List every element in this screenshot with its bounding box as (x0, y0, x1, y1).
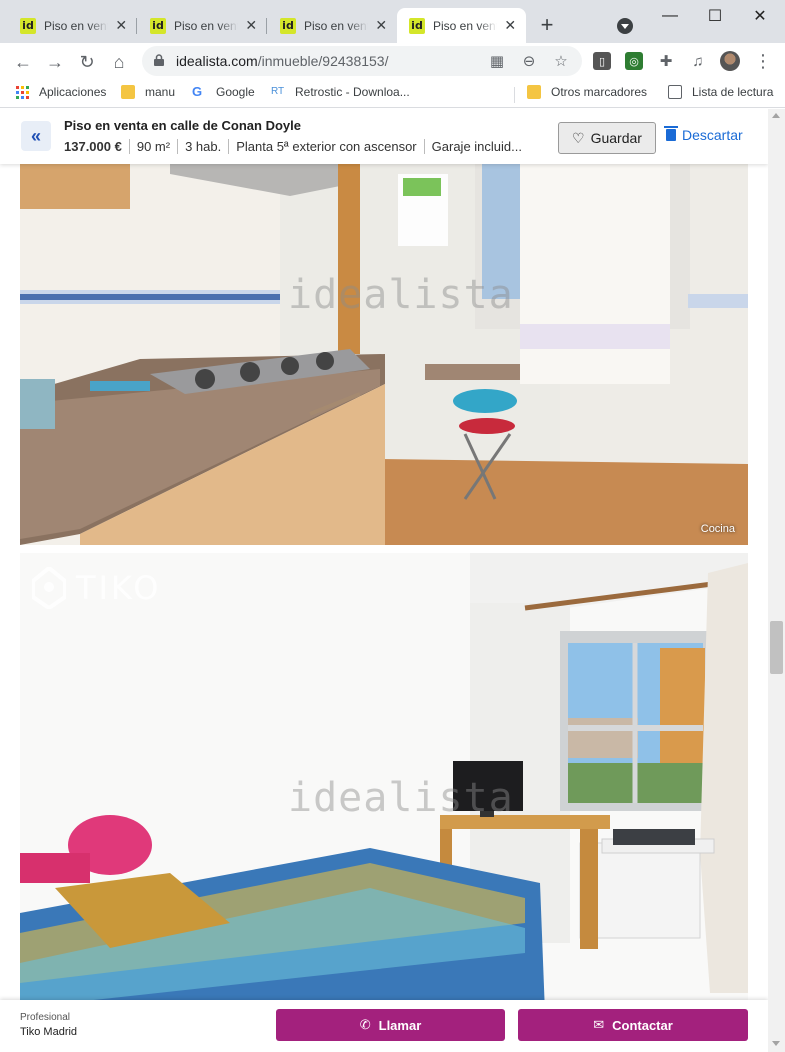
profile-avatar[interactable] (720, 51, 740, 71)
contact-bar: Profesional Tiko Madrid ✆ Llamar ✉ Conta… (0, 1000, 768, 1052)
page-content: idealista Cocina TIKO idealista « Piso e… (0, 109, 768, 1052)
maximize-icon[interactable]: ☐ (700, 4, 730, 28)
phone-icon: ✆ (359, 1017, 371, 1032)
bookmark-apps[interactable]: Aplicaciones (16, 85, 106, 99)
idealista-favicon-icon: id (409, 17, 425, 34)
heart-icon: ♡ (572, 129, 585, 146)
bookmarks-bar: Aplicaciones manu G Google RT Retrostic … (0, 79, 785, 108)
watermark: idealista (288, 272, 514, 318)
advertiser-type: Profesional (20, 1012, 71, 1023)
listing-photo-kitchen[interactable]: idealista Cocina (20, 154, 748, 545)
bookmark-folder-manu[interactable]: manu (121, 85, 175, 99)
tiko-logo: TIKO (32, 567, 161, 609)
retrostic-icon: RT (271, 86, 285, 97)
folder-icon (527, 85, 541, 99)
listing-floor: Planta 5ª exterior con ascensor (228, 139, 423, 154)
new-tab-icon[interactable]: + (536, 14, 558, 36)
scroll-down-icon[interactable] (772, 1041, 780, 1046)
bookmark-star-icon[interactable]: ☆ (552, 52, 570, 70)
browser-tab[interactable]: id Piso en venta en calle de Conan Doyle… (8, 8, 137, 43)
reload-icon[interactable]: ↻ (76, 51, 98, 73)
browser-tab[interactable]: id Piso en venta en calle de Conan Doyle… (268, 8, 397, 43)
extension-icon[interactable]: ▯ (593, 52, 611, 70)
kitchen-photo-image (20, 154, 748, 545)
zoom-icon[interactable]: ⊖ (520, 52, 538, 70)
folder-icon (121, 85, 135, 99)
browser-tab[interactable]: id Piso en venta en calle de Conan Doyle… (138, 8, 267, 43)
listing-price: 137.000 € (64, 139, 122, 154)
listing-facts: 137.000 € 90 m² 3 hab. Planta 5ª exterio… (64, 139, 529, 154)
tab-title: Piso en venta en calle de Conan Doyle (44, 18, 108, 33)
media-control-icon[interactable]: ♫ (689, 52, 707, 70)
advertiser-name: Tiko Madrid (20, 1026, 78, 1038)
reading-list[interactable]: Lista de lectura (668, 85, 773, 99)
home-icon[interactable]: ⌂ (108, 51, 130, 73)
browser-toolbar: ← → ↻ ⌂ idealista.com/inmueble/92438153/… (0, 43, 785, 79)
apps-grid-icon (16, 85, 29, 99)
reading-list-icon (668, 85, 682, 99)
chat-icon: ✉ (593, 1017, 605, 1032)
tab-title: Piso en venta en calle de Conan Doyle (304, 18, 368, 33)
listing-photo-bedroom[interactable]: TIKO idealista (20, 553, 748, 1013)
idealista-favicon-icon: id (280, 17, 296, 34)
scroll-up-icon[interactable] (772, 113, 780, 118)
page-scrollbar[interactable] (768, 109, 785, 1052)
idealista-favicon-icon: id (20, 17, 36, 34)
tab-title: Piso en venta en calle de Conan Doyle (174, 18, 238, 33)
forward-arrow-icon[interactable]: → (44, 51, 66, 73)
bookmark-other-folder[interactable]: Otros marcadores (527, 85, 647, 99)
contact-button[interactable]: ✉ Contactar (518, 1009, 748, 1041)
google-icon: G (192, 84, 203, 99)
tab-search-icon[interactable] (617, 18, 633, 34)
close-window-icon[interactable]: ✕ (745, 4, 775, 28)
tab-title: Piso en venta en calle de Conan Doyle (433, 18, 497, 33)
call-button[interactable]: ✆ Llamar (276, 1009, 505, 1041)
bookmark-retrostic[interactable]: RT Retrostic - Downloa... (271, 85, 410, 99)
listing-rooms: 3 hab. (177, 139, 228, 154)
close-tab-icon[interactable]: ✕ (244, 17, 259, 34)
minimize-icon[interactable]: — (655, 4, 685, 28)
tiko-house-icon (32, 567, 66, 609)
puzzle-extensions-icon[interactable]: ✚ (657, 52, 675, 70)
tab-strip: id Piso en venta en calle de Conan Doyle… (0, 0, 785, 43)
back-arrow-icon[interactable]: ← (12, 51, 34, 73)
listing-sticky-header: « Piso en venta en calle de Conan Doyle … (0, 109, 768, 164)
bookmark-google[interactable]: G Google (192, 84, 255, 100)
back-to-results-button[interactable]: « (21, 121, 51, 151)
close-tab-icon[interactable]: ✕ (114, 17, 129, 34)
photo-caption: Cocina (700, 523, 735, 535)
menu-kebab-icon[interactable]: ⋮ (754, 51, 772, 71)
listing-garage: Garaje incluid... (423, 139, 529, 154)
trash-icon (664, 126, 678, 141)
close-tab-icon[interactable]: ✕ (374, 17, 389, 34)
save-button[interactable]: ♡ Guardar (558, 122, 656, 154)
idealista-favicon-icon: id (150, 17, 166, 34)
url-text: idealista.com/inmueble/92438153/ (176, 53, 389, 69)
listing-area: 90 m² (128, 139, 177, 154)
scrollbar-thumb[interactable] (770, 621, 783, 674)
extension-icon[interactable]: ◎ (625, 52, 643, 70)
listing-title: Piso en venta en calle de Conan Doyle (64, 118, 301, 133)
browser-tab-active[interactable]: id Piso en venta en calle de Conan Doyle… (397, 8, 526, 43)
discard-button[interactable]: Descartar (664, 126, 743, 143)
qr-code-icon[interactable]: ▦ (488, 52, 506, 70)
watermark: idealista (288, 775, 514, 821)
close-tab-icon[interactable]: ✕ (503, 17, 518, 34)
address-bar[interactable]: idealista.com/inmueble/92438153/ ▦ ⊖ ☆ (142, 46, 582, 76)
lock-icon (154, 54, 164, 66)
